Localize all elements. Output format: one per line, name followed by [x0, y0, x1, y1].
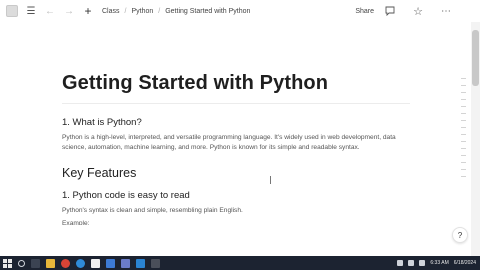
back-arrow-icon[interactable]: ← [43, 4, 57, 18]
battery-icon[interactable] [419, 260, 426, 266]
outline-tick [461, 148, 466, 149]
breadcrumb: Class / Python / Getting Started with Py… [102, 8, 250, 15]
chat-icon[interactable] [383, 4, 397, 18]
clock-time[interactable]: 6:33 AM [430, 260, 448, 266]
breadcrumb-python[interactable]: Python [131, 8, 153, 15]
plus-icon[interactable]: + [81, 4, 95, 18]
help-button[interactable]: ? [452, 227, 468, 243]
outline-tick [461, 141, 466, 142]
outline-tick [461, 176, 466, 177]
clock-date[interactable]: 6/18/2024 [454, 260, 476, 266]
system-tray: 6:33 AM 6/18/2024 [397, 256, 476, 270]
outline-tick [461, 169, 466, 170]
network-icon[interactable] [397, 260, 404, 266]
share-button[interactable]: Share [355, 8, 374, 15]
mail-icon[interactable] [106, 258, 115, 268]
outline-ticks[interactable] [458, 78, 466, 188]
section-heading-what-is-python[interactable]: 1. What is Python? [62, 117, 412, 128]
store-icon[interactable] [121, 258, 130, 268]
more-options-icon[interactable]: ⋯ [439, 4, 453, 18]
chrome-icon[interactable] [61, 258, 70, 268]
star-icon[interactable]: ☆ [411, 4, 425, 18]
breadcrumb-separator: / [158, 7, 161, 15]
outline-tick [461, 92, 466, 93]
outline-tick [461, 155, 466, 156]
edge-icon[interactable] [76, 258, 85, 268]
vscode-icon[interactable] [136, 258, 145, 268]
breadcrumb-current-page[interactable]: Getting Started with Python [165, 8, 250, 15]
forward-arrow-icon[interactable]: → [62, 4, 76, 18]
page-title[interactable]: Getting Started with Python [62, 72, 412, 95]
breadcrumb-class[interactable]: Class [102, 8, 120, 15]
file-explorer-icon[interactable] [46, 258, 55, 268]
breadcrumb-separator: / [124, 7, 127, 15]
feature-heading-readable[interactable]: 1. Python code is easy to read [62, 190, 412, 201]
heading-key-features[interactable]: Key Features [62, 166, 412, 180]
section-paragraph[interactable]: Python is a high-level, interpreted, and… [62, 133, 410, 153]
terminal-icon[interactable] [151, 258, 160, 268]
outline-tick [461, 106, 466, 107]
outline-tick [461, 162, 466, 163]
outline-tick [461, 120, 466, 121]
task-view-icon[interactable] [31, 258, 40, 268]
outline-tick [461, 127, 466, 128]
feature-paragraph[interactable]: Python's syntax is clean and simple, res… [62, 207, 412, 214]
text-cursor [270, 176, 271, 184]
outline-tick [461, 78, 466, 79]
volume-icon[interactable] [408, 260, 415, 266]
example-label[interactable]: Example: [62, 220, 412, 225]
outline-tick [461, 85, 466, 86]
search-icon[interactable] [18, 259, 25, 267]
windows-start-icon[interactable] [3, 258, 12, 268]
workspace-avatar[interactable] [6, 5, 18, 17]
scrollbar-thumb[interactable] [472, 30, 479, 86]
outline-tick [461, 134, 466, 135]
os-taskbar: 6:33 AM 6/18/2024 [0, 256, 480, 270]
menu-icon[interactable]: ☰ [24, 4, 38, 18]
title-divider [62, 103, 410, 104]
outline-tick [461, 113, 466, 114]
top-bar: ☰ ← → + Class / Python / Getting Started… [0, 0, 480, 22]
top-bar-actions: Share ☆ ⋯ [355, 0, 458, 22]
page-content: Getting Started with Python 1. What is P… [62, 72, 412, 225]
notion-app-icon[interactable] [91, 258, 100, 268]
outline-tick [461, 99, 466, 100]
